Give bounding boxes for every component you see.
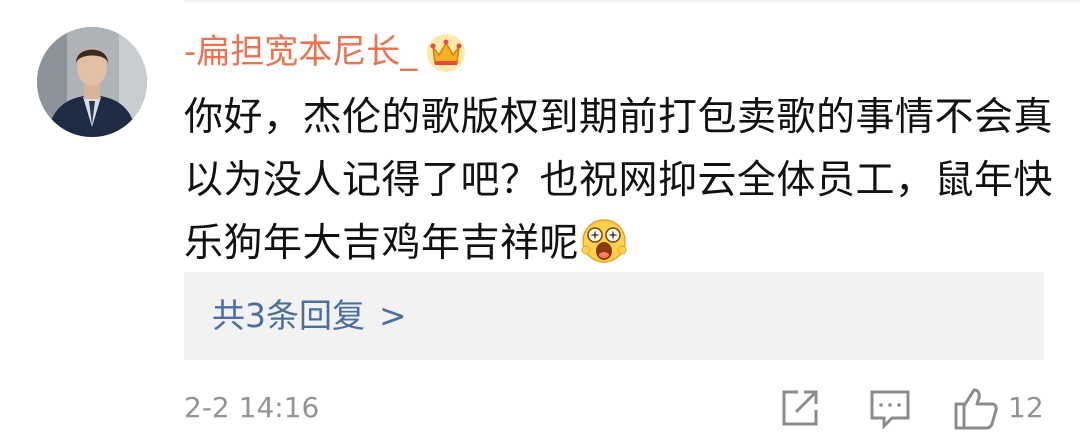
username-row: -扁担宽本尼长_ bbox=[184, 26, 467, 78]
comment-text-line-last: 乐狗年大吉鸡年吉祥呢 bbox=[184, 212, 1064, 275]
replies-panel: 共3条回复 > bbox=[184, 272, 1044, 360]
chevron-right-icon: > bbox=[379, 296, 407, 335]
avatar[interactable] bbox=[37, 27, 147, 137]
thumbs-up-icon[interactable] bbox=[952, 384, 1000, 432]
comment-text-line: 以为没人记得了吧？也祝网抑云全体员工，鼠年快 bbox=[184, 158, 1054, 203]
divider bbox=[184, 0, 1080, 2]
comment-icon[interactable] bbox=[866, 384, 914, 432]
surprised-face-emoji-icon bbox=[581, 218, 627, 264]
replies-count-label: 共3条回复 bbox=[212, 296, 365, 335]
timestamp: 2-2 14:16 bbox=[184, 391, 320, 424]
comment-card: -扁担宽本尼长_ 你好，杰伦的歌版权到期前打包卖歌的事情不会真 以为没人记得了吧… bbox=[0, 0, 1080, 444]
comment-text-line: 你好，杰伦的歌版权到期前打包卖歌的事情不会真 bbox=[184, 95, 1054, 140]
share-icon[interactable] bbox=[776, 384, 824, 432]
comment-footer: 2-2 14:16 12 bbox=[0, 378, 1080, 438]
username[interactable]: -扁担宽本尼长_ bbox=[184, 26, 417, 78]
like-count: 12 bbox=[1008, 391, 1044, 424]
comment-text-line: 乐狗年大吉鸡年吉祥呢 bbox=[184, 221, 580, 266]
view-replies-link[interactable]: 共3条回复 > bbox=[212, 272, 407, 360]
crown-icon bbox=[425, 31, 467, 73]
comment-text: 你好，杰伦的歌版权到期前打包卖歌的事情不会真 以为没人记得了吧？也祝网抑云全体员… bbox=[184, 86, 1064, 275]
